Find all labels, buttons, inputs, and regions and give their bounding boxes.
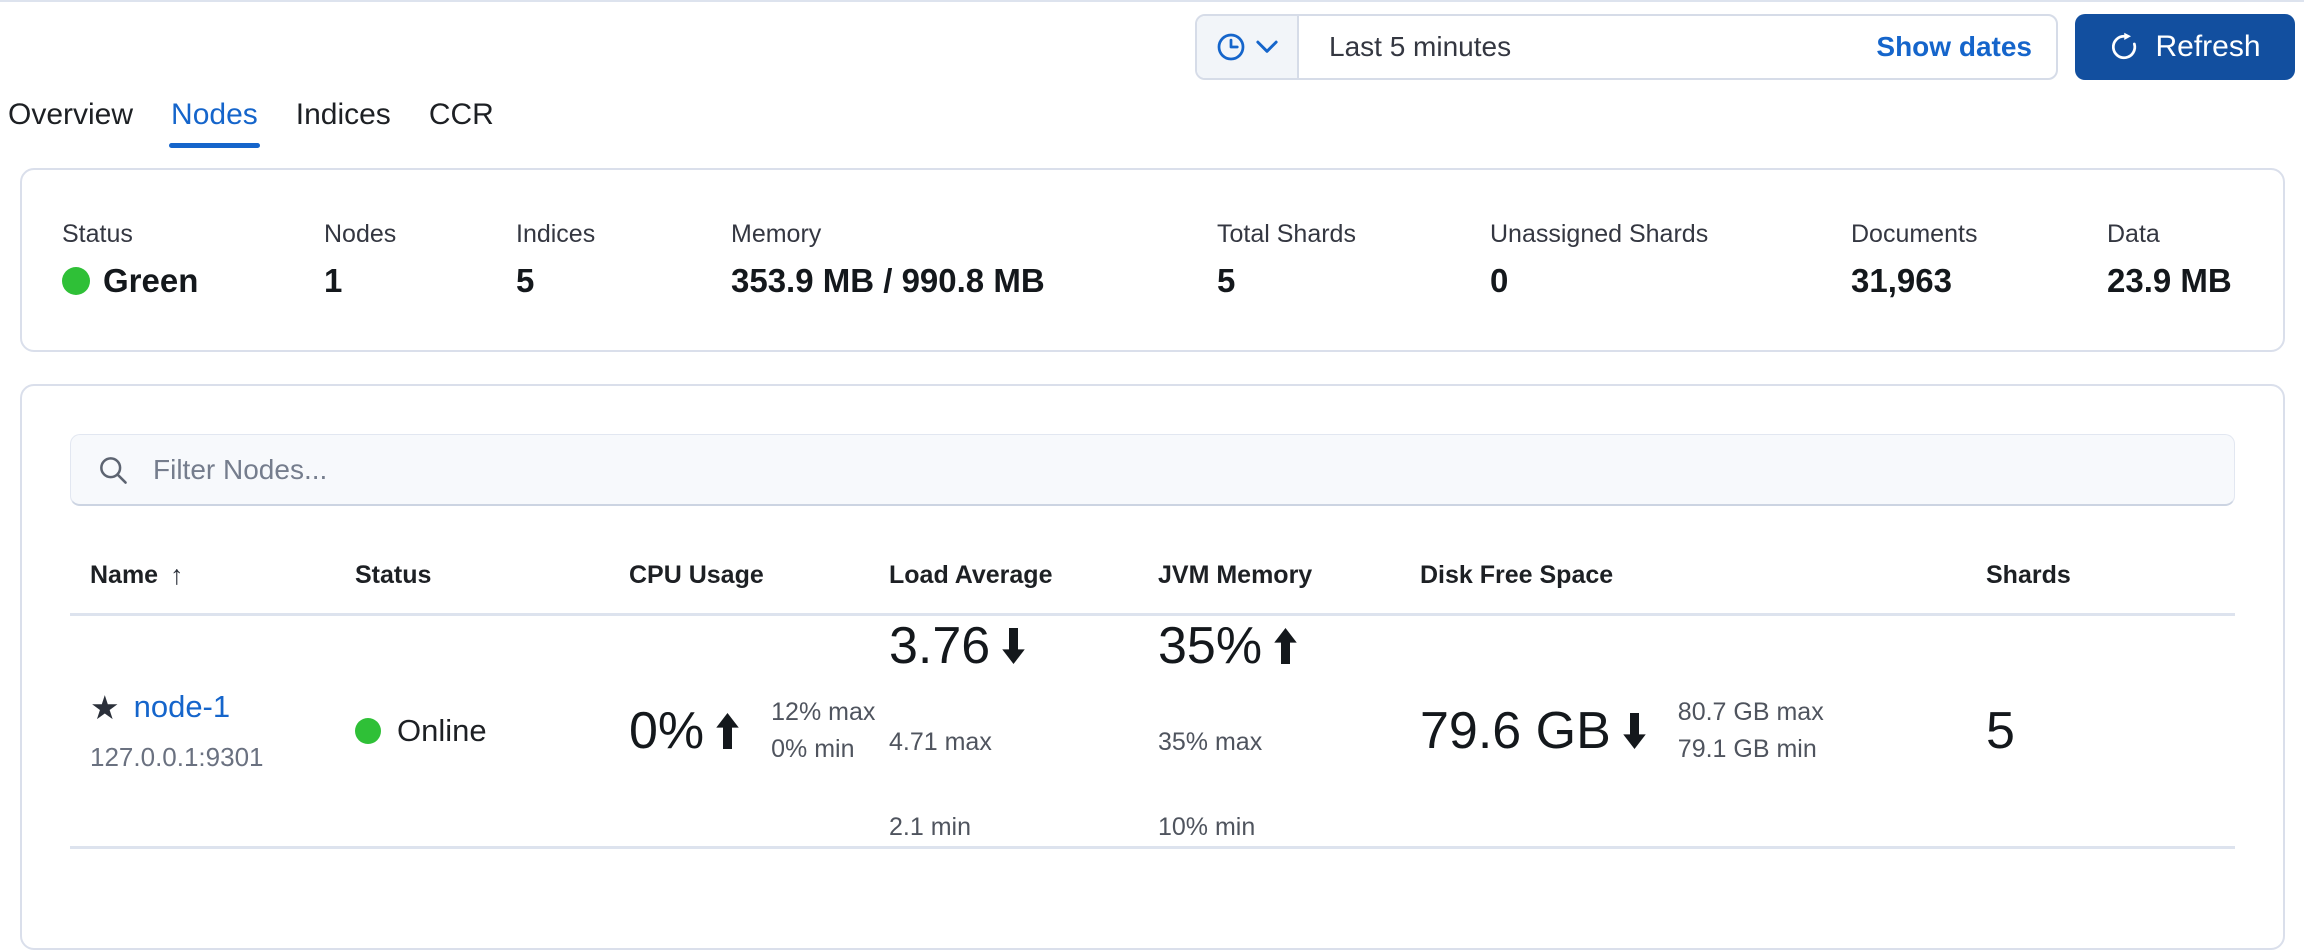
cpu-usage-value: 0% [629, 701, 704, 761]
jvm-memory-max: 35% max [1158, 724, 1400, 761]
tab-indices[interactable]: Indices [296, 98, 391, 148]
stat-memory: Memory 353.9 MB / 990.8 MB [731, 220, 1217, 300]
table-header-row: Name ↑ Status CPU Usage Load Average JVM… [70, 560, 2235, 615]
refresh-button-label: Refresh [2155, 30, 2260, 64]
stat-label: Indices [516, 220, 731, 249]
column-header-cpu-usage[interactable]: CPU Usage [609, 560, 869, 615]
nodes-table: Name ↑ Status CPU Usage Load Average JVM… [70, 560, 2235, 849]
stat-label: Data [2107, 220, 2232, 249]
filter-nodes-searchbox[interactable] [70, 434, 2235, 506]
show-dates-link[interactable]: Show dates [1876, 31, 2056, 63]
disk-free-space-max: 80.7 GB max [1678, 694, 1824, 731]
trend-up-icon [1272, 626, 1299, 666]
stat-value: 5 [1217, 262, 1490, 300]
tab-overview[interactable]: Overview [8, 98, 133, 148]
stat-label: Memory [731, 220, 1217, 249]
node-transport-address: 127.0.0.1:9301 [90, 742, 335, 773]
stat-label: Unassigned Shards [1490, 220, 1851, 249]
stat-label: Status [62, 220, 324, 249]
stat-nodes: Nodes 1 [324, 220, 516, 300]
clock-icon [1216, 32, 1246, 62]
stat-indices: Indices 5 [516, 220, 731, 300]
health-green-dot-icon [62, 267, 90, 295]
search-icon [97, 454, 129, 486]
filter-nodes-input[interactable] [153, 454, 2208, 486]
column-header-disk-free-space[interactable]: Disk Free Space [1400, 560, 1966, 615]
cluster-status-panel: Status Green Nodes 1 Indices 5 Memory 35… [20, 168, 2285, 352]
cpu-usage-min: 0% min [771, 731, 875, 768]
master-node-star-icon: ★ [90, 691, 120, 724]
stat-value: 353.9 MB / 990.8 MB [731, 262, 1217, 300]
jvm-memory-min: 10% min [1158, 809, 1400, 846]
stat-value: Green [103, 262, 198, 300]
stat-value: 23.9 MB [2107, 262, 2232, 300]
cell-name: ★ node-1 127.0.0.1:9301 [70, 615, 335, 848]
load-average-max: 4.71 max [889, 724, 1138, 761]
stat-label: Documents [1851, 220, 2107, 249]
stat-value: 0 [1490, 262, 1851, 300]
cell-shards: 5 [1966, 615, 2235, 848]
cell-jvm-memory: 35% 35% max 10% min [1138, 615, 1400, 848]
toolbar: Last 5 minutes Show dates Refresh [1195, 14, 2295, 80]
stat-label: Total Shards [1217, 220, 1490, 249]
load-average-min: 2.1 min [889, 809, 1138, 846]
refresh-button[interactable]: Refresh [2075, 14, 2295, 80]
shards-count: 5 [1986, 702, 2015, 760]
column-header-load-average[interactable]: Load Average [869, 560, 1138, 615]
time-range-label[interactable]: Last 5 minutes [1299, 31, 1876, 63]
trend-down-icon [1621, 711, 1648, 751]
online-status-dot-icon [355, 718, 381, 744]
chevron-down-icon [1256, 40, 1278, 54]
time-quick-select-button[interactable] [1197, 16, 1299, 78]
column-header-shards[interactable]: Shards [1966, 560, 2235, 615]
stat-label: Nodes [324, 220, 516, 249]
trend-up-icon [714, 711, 741, 751]
refresh-icon [2109, 32, 2139, 62]
sort-ascending-icon: ↑ [170, 560, 184, 591]
stat-value: 1 [324, 262, 516, 300]
stat-data: Data 23.9 MB [2107, 220, 2232, 300]
time-picker[interactable]: Last 5 minutes Show dates [1195, 14, 2058, 80]
cell-disk-free-space: 79.6 GB 80.7 GB max 79.1 GB min [1400, 615, 1966, 848]
column-header-name[interactable]: Name ↑ [70, 560, 335, 615]
stat-unassigned-shards: Unassigned Shards 0 [1490, 220, 1851, 300]
load-average-value: 3.76 [889, 616, 990, 676]
trend-down-icon [1000, 626, 1027, 666]
jvm-memory-value: 35% [1158, 616, 1262, 676]
stat-value: 31,963 [1851, 262, 2107, 300]
nodes-table-panel: Name ↑ Status CPU Usage Load Average JVM… [20, 384, 2285, 950]
tab-nodes[interactable]: Nodes [171, 98, 258, 148]
node-status-label: Online [397, 713, 487, 749]
table-row: ★ node-1 127.0.0.1:9301 Online 0% [70, 615, 2235, 848]
cell-cpu-usage: 0% 12% max 0% min [609, 615, 869, 848]
disk-free-space-min: 79.1 GB min [1678, 731, 1824, 768]
stat-documents: Documents 31,963 [1851, 220, 2107, 300]
cell-status: Online [335, 615, 609, 848]
disk-free-space-value: 79.6 GB [1420, 701, 1611, 761]
monitoring-tabs: Overview Nodes Indices CCR [8, 98, 494, 148]
stat-total-shards: Total Shards 5 [1217, 220, 1490, 300]
node-name-link[interactable]: node-1 [134, 689, 231, 725]
cell-load-average: 3.76 4.71 max 2.1 min [869, 615, 1138, 848]
stat-status: Status Green [62, 220, 324, 300]
tab-ccr[interactable]: CCR [429, 98, 494, 148]
stat-value: 5 [516, 262, 731, 300]
cpu-usage-max: 12% max [771, 694, 875, 731]
column-header-status[interactable]: Status [335, 560, 609, 615]
column-header-jvm-memory[interactable]: JVM Memory [1138, 560, 1400, 615]
